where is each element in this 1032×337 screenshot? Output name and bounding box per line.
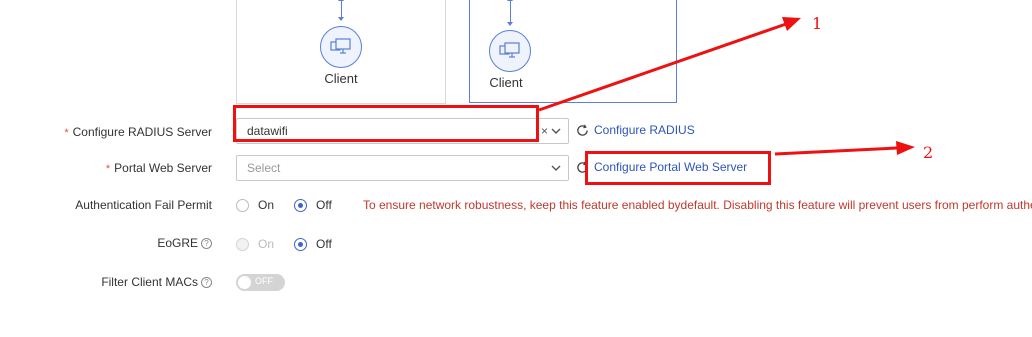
annotation-box-radius [233, 105, 539, 142]
toggle-state-label: OFF [255, 276, 273, 286]
auth-fail-permit-radio-group: On Off [236, 198, 352, 212]
eogre-radio-group: On Off [236, 237, 352, 251]
eogre-on-label: On [258, 237, 275, 251]
portal-web-server-placeholder: Select [247, 161, 281, 175]
annotation-arrowhead-2 [896, 141, 915, 155]
radius-server-label-text: Configure RADIUS Server [72, 125, 212, 139]
help-icon[interactable]: ? [201, 277, 212, 288]
filter-client-macs-label: Filter Client MACs? [101, 275, 212, 289]
auth-fail-on-radio[interactable] [236, 198, 249, 212]
radius-server-label: * Configure RADIUS Server [64, 125, 212, 139]
eogre-label-text: EoGRE [157, 236, 198, 250]
filter-client-macs-toggle[interactable]: OFF [236, 274, 285, 291]
auth-fail-permit-label: Authentication Fail Permit [75, 198, 212, 212]
chevron-down-icon[interactable] [550, 125, 562, 137]
auth-fail-off-radio[interactable] [294, 198, 308, 212]
client-label: Client [324, 71, 358, 86]
eogre-off-radio[interactable] [294, 237, 308, 251]
auth-fail-on-label[interactable]: On [258, 198, 274, 212]
annotation-marker-1: 1 [812, 14, 823, 33]
portal-web-server-label-text: Portal Web Server [114, 161, 212, 175]
client-node [489, 30, 531, 72]
monitor-icon [330, 38, 351, 54]
link-line [338, 0, 344, 21]
toggle-knob [238, 276, 251, 289]
configure-radius-link[interactable]: Configure RADIUS [594, 123, 695, 137]
filter-client-macs-label-text: Filter Client MACs [101, 275, 198, 289]
annotation-arrowhead-1 [782, 17, 801, 31]
portal-web-server-select[interactable]: Select [236, 155, 569, 181]
clear-icon[interactable]: × [541, 124, 548, 138]
annotation-arrow-2 [774, 146, 898, 156]
auth-fail-warning: To ensure network robustness, keep this … [363, 198, 1032, 212]
topology-panel-right: Client [469, 0, 677, 103]
topology-panel-left: Client [236, 0, 446, 104]
monitor-icon [499, 42, 520, 58]
client-label: Client [489, 75, 523, 90]
refresh-icon[interactable] [576, 124, 589, 137]
required-mark: * [64, 127, 69, 139]
required-mark: * [105, 163, 111, 175]
eogre-off-label[interactable]: Off [316, 237, 332, 251]
annotation-marker-2: 2 [923, 143, 934, 162]
eogre-on-radio [236, 237, 249, 251]
portal-web-server-label: * Portal Web Server [106, 161, 212, 175]
auth-fail-off-label[interactable]: Off [316, 198, 332, 212]
client-node [320, 26, 362, 68]
eogre-label: EoGRE? [157, 236, 212, 250]
link-line [507, 0, 513, 26]
chevron-down-icon[interactable] [550, 162, 562, 174]
annotation-box-portal-link [585, 151, 771, 185]
help-icon[interactable]: ? [201, 238, 212, 249]
